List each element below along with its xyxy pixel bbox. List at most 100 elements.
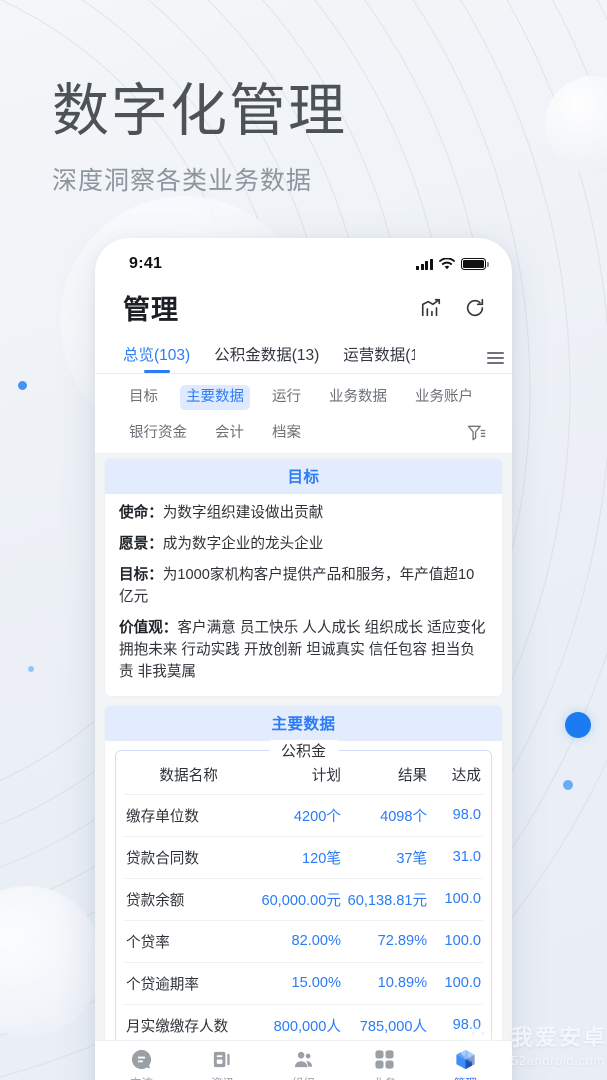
four-squares-icon <box>375 1050 394 1069</box>
content-scroll-area[interactable]: 目标 使命：为数字组织建设做出贡献 愿景：成为数字企业的龙头企业 目标：为100… <box>95 453 512 1040</box>
top-tab-bar[interactable]: 总览(103) 公积金数据(13) 运营数据(1 <box>95 337 512 374</box>
phone-mockup: 9:41 管理 总览(103) 公积金数据(13) 运营数据(1 目标 主要数据… <box>95 238 512 1080</box>
goal-row-target: 目标：为1000家机构客户提供产品和服务，年产值超10亿元 <box>119 565 488 609</box>
watermark-text: 我爱安卓 52android.com <box>510 1025 607 1068</box>
goal-card-title: 目标 <box>105 459 502 495</box>
main-data-table: 数据名称 计划 结果 达成 缴存单位数 4200个 4098个 98.0 贷款合… <box>124 750 483 1040</box>
chip-accounting[interactable]: 会计 <box>209 421 250 446</box>
android-robot-icon <box>459 1026 497 1070</box>
chip-business-account[interactable]: 业务账户 <box>409 385 479 410</box>
goal-label-values: 价值观： <box>119 619 178 636</box>
chip-archives[interactable]: 档案 <box>266 421 307 446</box>
cell-name: 贷款合同数 <box>124 836 254 879</box>
cell-result: 785,000人 <box>342 1004 430 1040</box>
battery-icon <box>461 258 489 270</box>
site-watermark: 我爱安卓 52android.com <box>451 1020 607 1074</box>
main-data-card: 主要数据 公积金 数据名称 计划 结果 达成 缴存单位数 4200个 4098个… <box>105 705 502 1040</box>
cell-plan: 82.00% <box>253 920 343 963</box>
goal-card: 目标 使命：为数字组织建设做出贡献 愿景：成为数字企业的龙头企业 目标：为100… <box>105 459 502 696</box>
goal-label-mission: 使命： <box>119 505 163 522</box>
status-bar-time: 9:41 <box>129 255 163 272</box>
watermark-en: 52android.com <box>510 1053 605 1068</box>
nav-label-news: 资讯 <box>211 1075 234 1080</box>
table-row[interactable]: 贷款余额 60,000.00元 60,138.81元 100.0 <box>124 878 483 921</box>
data-table-wrapper: 公积金 数据名称 计划 结果 达成 缴存单位数 4200个 4098个 98.0… <box>105 739 502 1040</box>
goal-row-mission: 使命：为数字组织建设做出贡献 <box>119 503 488 525</box>
nav-item-organization[interactable]: 组织 <box>263 1048 344 1080</box>
filter-chips-row-1: 目标 主要数据 运行 业务数据 业务账户 <box>123 384 486 410</box>
tab-fund-data[interactable]: 公积金数据(13) <box>214 343 319 373</box>
cell-plan: 120笔 <box>253 836 343 879</box>
cell-achieve: 100.0 <box>429 878 483 921</box>
hero-subtitle: 深度洞察各类业务数据 <box>52 167 313 196</box>
nav-label-organization: 组织 <box>292 1075 315 1080</box>
cell-result: 10.89% <box>342 962 430 1005</box>
goal-card-body: 使命：为数字组织建设做出贡献 愿景：成为数字企业的龙头企业 目标：为1000家机… <box>105 494 502 695</box>
table-row[interactable]: 缴存单位数 4200个 4098个 98.0 <box>124 794 483 837</box>
goal-value-mission: 为数字组织建设做出贡献 <box>162 505 324 522</box>
goal-label-target: 目标： <box>119 567 163 584</box>
watermark-cn: 我爱安卓 <box>510 1025 607 1050</box>
nav-label-business: 业务 <box>373 1075 396 1080</box>
col-header-result: 结果 <box>342 750 430 795</box>
chip-main-data[interactable]: 主要数据 <box>180 384 250 410</box>
page-title: 管理 <box>123 295 179 325</box>
bottom-navigation[interactable]: 交流 资讯 组织 <box>95 1040 512 1080</box>
refresh-icon[interactable] <box>464 297 486 319</box>
hero-text-block: 数字化管理 深度洞察各类业务数据 <box>52 78 347 197</box>
hamburger-menu-icon[interactable] <box>483 352 504 364</box>
signal-bars-icon <box>416 258 433 270</box>
cell-plan: 800,000人 <box>253 1004 343 1040</box>
goal-row-values: 价值观：客户满意 员工快乐 人人成长 组织成长 适应变化 拥抱未来 行动实践 开… <box>119 618 488 684</box>
table-row[interactable]: 个贷率 82.00% 72.89% 100.0 <box>124 920 483 963</box>
chip-business-data[interactable]: 业务数据 <box>323 385 393 410</box>
cell-result: 72.89% <box>342 920 430 963</box>
cell-plan: 60,000.00元 <box>253 878 343 921</box>
cell-result: 37笔 <box>342 836 430 879</box>
decorative-dot-large <box>565 712 591 738</box>
table-row[interactable]: 月实缴缴存人数 800,000人 785,000人 98.0 <box>124 1004 483 1040</box>
news-card-icon <box>213 1051 230 1068</box>
nav-item-news[interactable]: 资讯 <box>182 1048 263 1080</box>
hero-title: 数字化管理 <box>52 79 347 143</box>
main-data-card-title: 主要数据 <box>105 705 502 741</box>
cell-result: 60,138.81元 <box>342 878 430 921</box>
cell-result: 4098个 <box>342 794 430 837</box>
cell-achieve: 98.0 <box>429 794 483 837</box>
col-header-achieve: 达成 <box>429 750 483 795</box>
chip-bank-funds[interactable]: 银行资金 <box>123 421 193 446</box>
analytics-chart-icon[interactable] <box>420 297 442 319</box>
decorative-sphere-bottom-left <box>0 886 102 1036</box>
goal-value-vision: 成为数字企业的龙头企业 <box>162 536 324 553</box>
chip-goal[interactable]: 目标 <box>123 385 164 410</box>
cell-achieve: 31.0 <box>429 836 483 879</box>
cell-plan: 4200个 <box>253 794 343 837</box>
cell-achieve: 100.0 <box>429 920 483 963</box>
table-row[interactable]: 贷款合同数 120笔 37笔 31.0 <box>124 836 483 879</box>
chat-bubble-icon <box>131 1049 151 1070</box>
decorative-dot-medium <box>563 780 573 790</box>
goal-label-vision: 愿景： <box>119 536 163 553</box>
data-table-box: 公积金 数据名称 计划 结果 达成 缴存单位数 4200个 4098个 98.0… <box>115 739 492 1040</box>
tab-operations-data[interactable]: 运营数据(1 <box>343 343 415 373</box>
cell-name: 个贷逾期率 <box>124 962 254 1005</box>
nav-item-business[interactable]: 业务 <box>344 1048 425 1080</box>
status-bar: 9:41 <box>95 238 512 284</box>
app-header: 管理 <box>95 284 512 337</box>
cell-achieve: 100.0 <box>429 962 483 1005</box>
data-table-legend: 公积金 <box>268 739 339 761</box>
col-header-name: 数据名称 <box>124 750 254 795</box>
tab-overview[interactable]: 总览(103) <box>123 343 190 373</box>
filter-chips-row-2: 银行资金 会计 档案 <box>123 421 486 446</box>
chip-operation[interactable]: 运行 <box>266 385 307 410</box>
filter-chips-section[interactable]: 目标 主要数据 运行 业务数据 业务账户 银行资金 会计 档案 <box>95 374 512 454</box>
cell-name: 月实缴缴存人数 <box>124 1004 254 1040</box>
filter-funnel-icon[interactable] <box>466 423 486 443</box>
status-bar-icons <box>416 258 489 270</box>
table-row[interactable]: 个贷逾期率 15.00% 10.89% 100.0 <box>124 962 483 1005</box>
cell-name: 个贷率 <box>124 920 254 963</box>
nav-label-management: 管理 <box>454 1075 477 1080</box>
nav-item-chat[interactable]: 交流 <box>101 1048 182 1080</box>
decorative-sphere-top-right <box>545 76 607 172</box>
cell-plan: 15.00% <box>253 962 343 1005</box>
